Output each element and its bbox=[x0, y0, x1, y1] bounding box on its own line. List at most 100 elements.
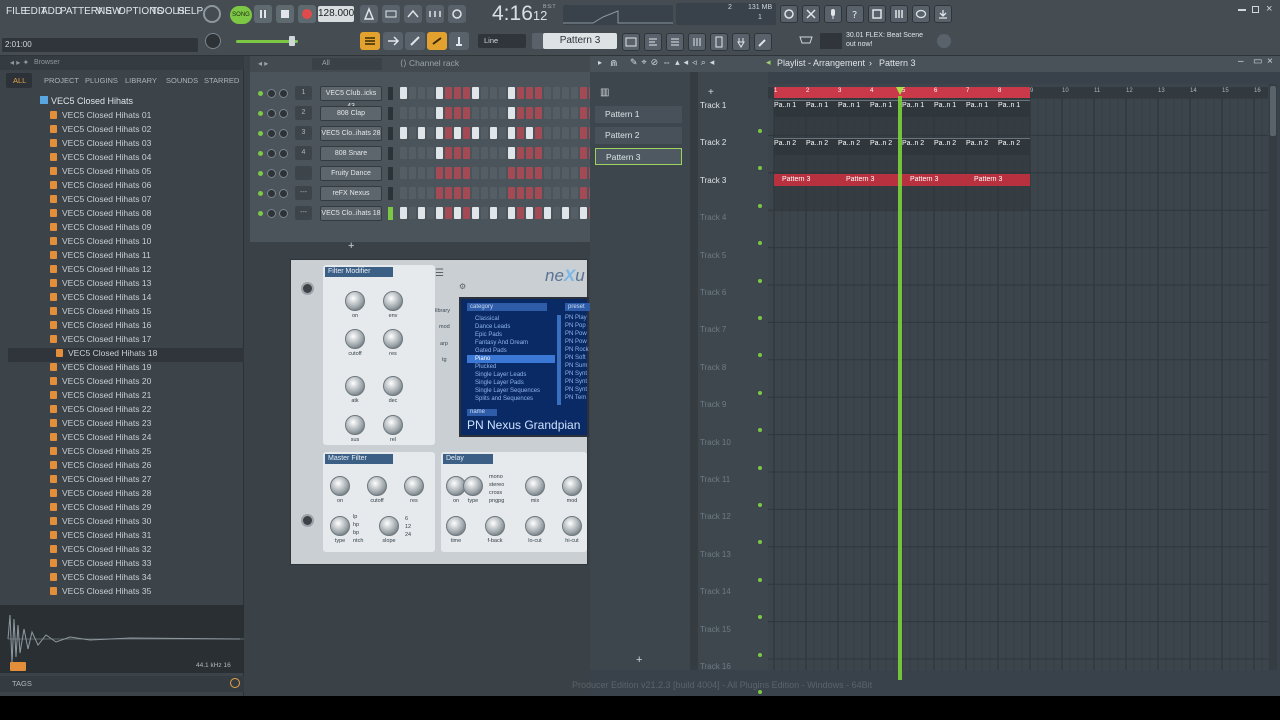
channel-pan-knob[interactable] bbox=[267, 149, 276, 158]
pattern-1-clip[interactable]: Pa..n 1 bbox=[902, 100, 934, 117]
step-button[interactable] bbox=[517, 107, 524, 119]
step-button[interactable] bbox=[553, 87, 560, 99]
step-button[interactable] bbox=[517, 207, 524, 219]
step-button[interactable] bbox=[427, 167, 434, 179]
step-button[interactable] bbox=[418, 147, 425, 159]
step-button[interactable] bbox=[526, 87, 533, 99]
step-button[interactable] bbox=[517, 167, 524, 179]
category-scrollbar[interactable] bbox=[557, 315, 561, 405]
step-button[interactable] bbox=[580, 187, 587, 199]
tab-starred[interactable]: STARRED bbox=[204, 76, 239, 85]
pattern-1-clip[interactable]: Pa..n 1 bbox=[998, 100, 1030, 117]
step-button[interactable] bbox=[454, 167, 461, 179]
step-button[interactable] bbox=[571, 107, 578, 119]
browser-file-item[interactable]: VEC5 Closed Hihats 30 bbox=[50, 516, 151, 530]
step-button[interactable] bbox=[418, 207, 425, 219]
stamp-tool-button[interactable] bbox=[449, 32, 469, 50]
step-button[interactable] bbox=[571, 127, 578, 139]
nexus-knob[interactable] bbox=[345, 329, 365, 349]
browser-file-item[interactable]: VEC5 Closed Hihats 21 bbox=[50, 390, 151, 404]
category-item[interactable]: Single Layer Sequences bbox=[467, 387, 555, 395]
browser-file-item[interactable]: VEC5 Closed Hihats 23 bbox=[50, 418, 151, 432]
channel-mixer-track[interactable]: 1 bbox=[295, 86, 312, 100]
step-button[interactable] bbox=[472, 127, 479, 139]
preset-item[interactable]: PN Pop bbox=[565, 323, 586, 329]
browser-file-item[interactable]: VEC5 Closed Hihats 32 bbox=[50, 544, 151, 558]
news-panel[interactable]: 30.01 FLEX: Beat Scene out now! bbox=[846, 31, 923, 49]
step-button[interactable] bbox=[436, 107, 443, 119]
step-button[interactable] bbox=[571, 147, 578, 159]
news-settings-icon[interactable] bbox=[937, 34, 951, 48]
song-mode-toggle[interactable]: SONG bbox=[230, 6, 252, 24]
step-button[interactable] bbox=[481, 207, 488, 219]
step-button[interactable] bbox=[526, 127, 533, 139]
vertical-scrollbar[interactable] bbox=[1269, 84, 1277, 670]
nexus-knob[interactable] bbox=[330, 476, 350, 496]
track-header[interactable]: Track 5 bbox=[700, 251, 726, 260]
channel-volume-knob[interactable] bbox=[279, 109, 288, 118]
channel-mixer-track[interactable]: 4 bbox=[295, 146, 312, 160]
step-button[interactable] bbox=[427, 207, 434, 219]
pattern-2-clip[interactable]: Pa..n 2 bbox=[966, 138, 998, 155]
channel-select-indicator[interactable] bbox=[388, 107, 393, 120]
channel-select-indicator[interactable] bbox=[388, 167, 393, 180]
minimize-icon[interactable] bbox=[1238, 9, 1246, 11]
browser-file-item[interactable]: VEC5 Closed Hihats 24 bbox=[50, 432, 151, 446]
channel-volume-knob[interactable] bbox=[279, 189, 288, 198]
tab-library[interactable]: LIBRARY bbox=[125, 76, 157, 85]
step-button[interactable] bbox=[535, 147, 542, 159]
step-button[interactable] bbox=[562, 207, 569, 219]
step-button[interactable] bbox=[409, 107, 416, 119]
help-button[interactable]: ? bbox=[846, 5, 864, 23]
step-button[interactable] bbox=[553, 147, 560, 159]
step-button[interactable] bbox=[544, 207, 551, 219]
channel-volume-knob[interactable] bbox=[279, 209, 288, 218]
step-button[interactable] bbox=[445, 147, 452, 159]
category-item[interactable]: Single Layer Leads bbox=[467, 371, 555, 379]
minimize-icon[interactable]: – bbox=[1238, 56, 1244, 67]
step-button[interactable] bbox=[499, 127, 506, 139]
step-button[interactable] bbox=[400, 107, 407, 119]
category-item[interactable]: Single Layer Pads bbox=[467, 379, 555, 387]
channel-select-indicator[interactable] bbox=[388, 207, 393, 220]
channel-mixer-track[interactable]: --- bbox=[295, 206, 312, 220]
track-led[interactable] bbox=[758, 129, 762, 133]
scroll-thumb[interactable] bbox=[1270, 86, 1276, 136]
tab-project[interactable]: PROJECT bbox=[44, 76, 79, 85]
add-track-icon[interactable]: + bbox=[708, 87, 714, 98]
channel-mute-led[interactable] bbox=[258, 171, 263, 176]
browser-file-item[interactable]: VEC5 Closed Hihats 03 bbox=[50, 138, 151, 152]
browser-file-item[interactable]: VEC5 Closed Hihats 09 bbox=[50, 222, 151, 236]
step-button[interactable] bbox=[463, 207, 470, 219]
pattern-1-clip[interactable]: Pa..n 1 bbox=[966, 100, 998, 117]
step-button[interactable] bbox=[490, 87, 497, 99]
step-button[interactable] bbox=[517, 127, 524, 139]
filter-type-option[interactable]: lp bbox=[353, 514, 357, 520]
add-pattern-button[interactable]: + bbox=[636, 654, 642, 666]
piano-roll-button[interactable] bbox=[644, 33, 662, 51]
step-button[interactable] bbox=[427, 87, 434, 99]
step-button[interactable] bbox=[562, 127, 569, 139]
step-button[interactable] bbox=[436, 187, 443, 199]
browser-file-item[interactable]: VEC5 Closed Hihats 27 bbox=[50, 474, 151, 488]
rack-menu-icon[interactable]: ◂ ▸ bbox=[258, 59, 268, 68]
delay-mode-option[interactable]: cross bbox=[489, 490, 502, 496]
step-button[interactable] bbox=[445, 127, 452, 139]
search-icon[interactable] bbox=[230, 678, 240, 688]
step-button[interactable] bbox=[562, 107, 569, 119]
step-button[interactable] bbox=[436, 87, 443, 99]
save-button[interactable] bbox=[868, 5, 886, 23]
nexus-knob[interactable] bbox=[562, 516, 582, 536]
browser-file-item[interactable]: VEC5 Closed Hihats 10 bbox=[50, 236, 151, 250]
add-channel-button[interactable]: + bbox=[348, 240, 354, 252]
step-button[interactable] bbox=[427, 127, 434, 139]
step-button[interactable] bbox=[580, 167, 587, 179]
step-button[interactable] bbox=[400, 167, 407, 179]
nexus-knob[interactable] bbox=[345, 291, 365, 311]
step-button[interactable] bbox=[472, 87, 479, 99]
slider-handle[interactable] bbox=[289, 36, 295, 46]
track-header[interactable]: Track 4 bbox=[700, 213, 726, 222]
step-button[interactable] bbox=[535, 167, 542, 179]
track-header[interactable]: Track 1 bbox=[700, 101, 726, 110]
arrangement-grid[interactable] bbox=[768, 84, 1279, 670]
